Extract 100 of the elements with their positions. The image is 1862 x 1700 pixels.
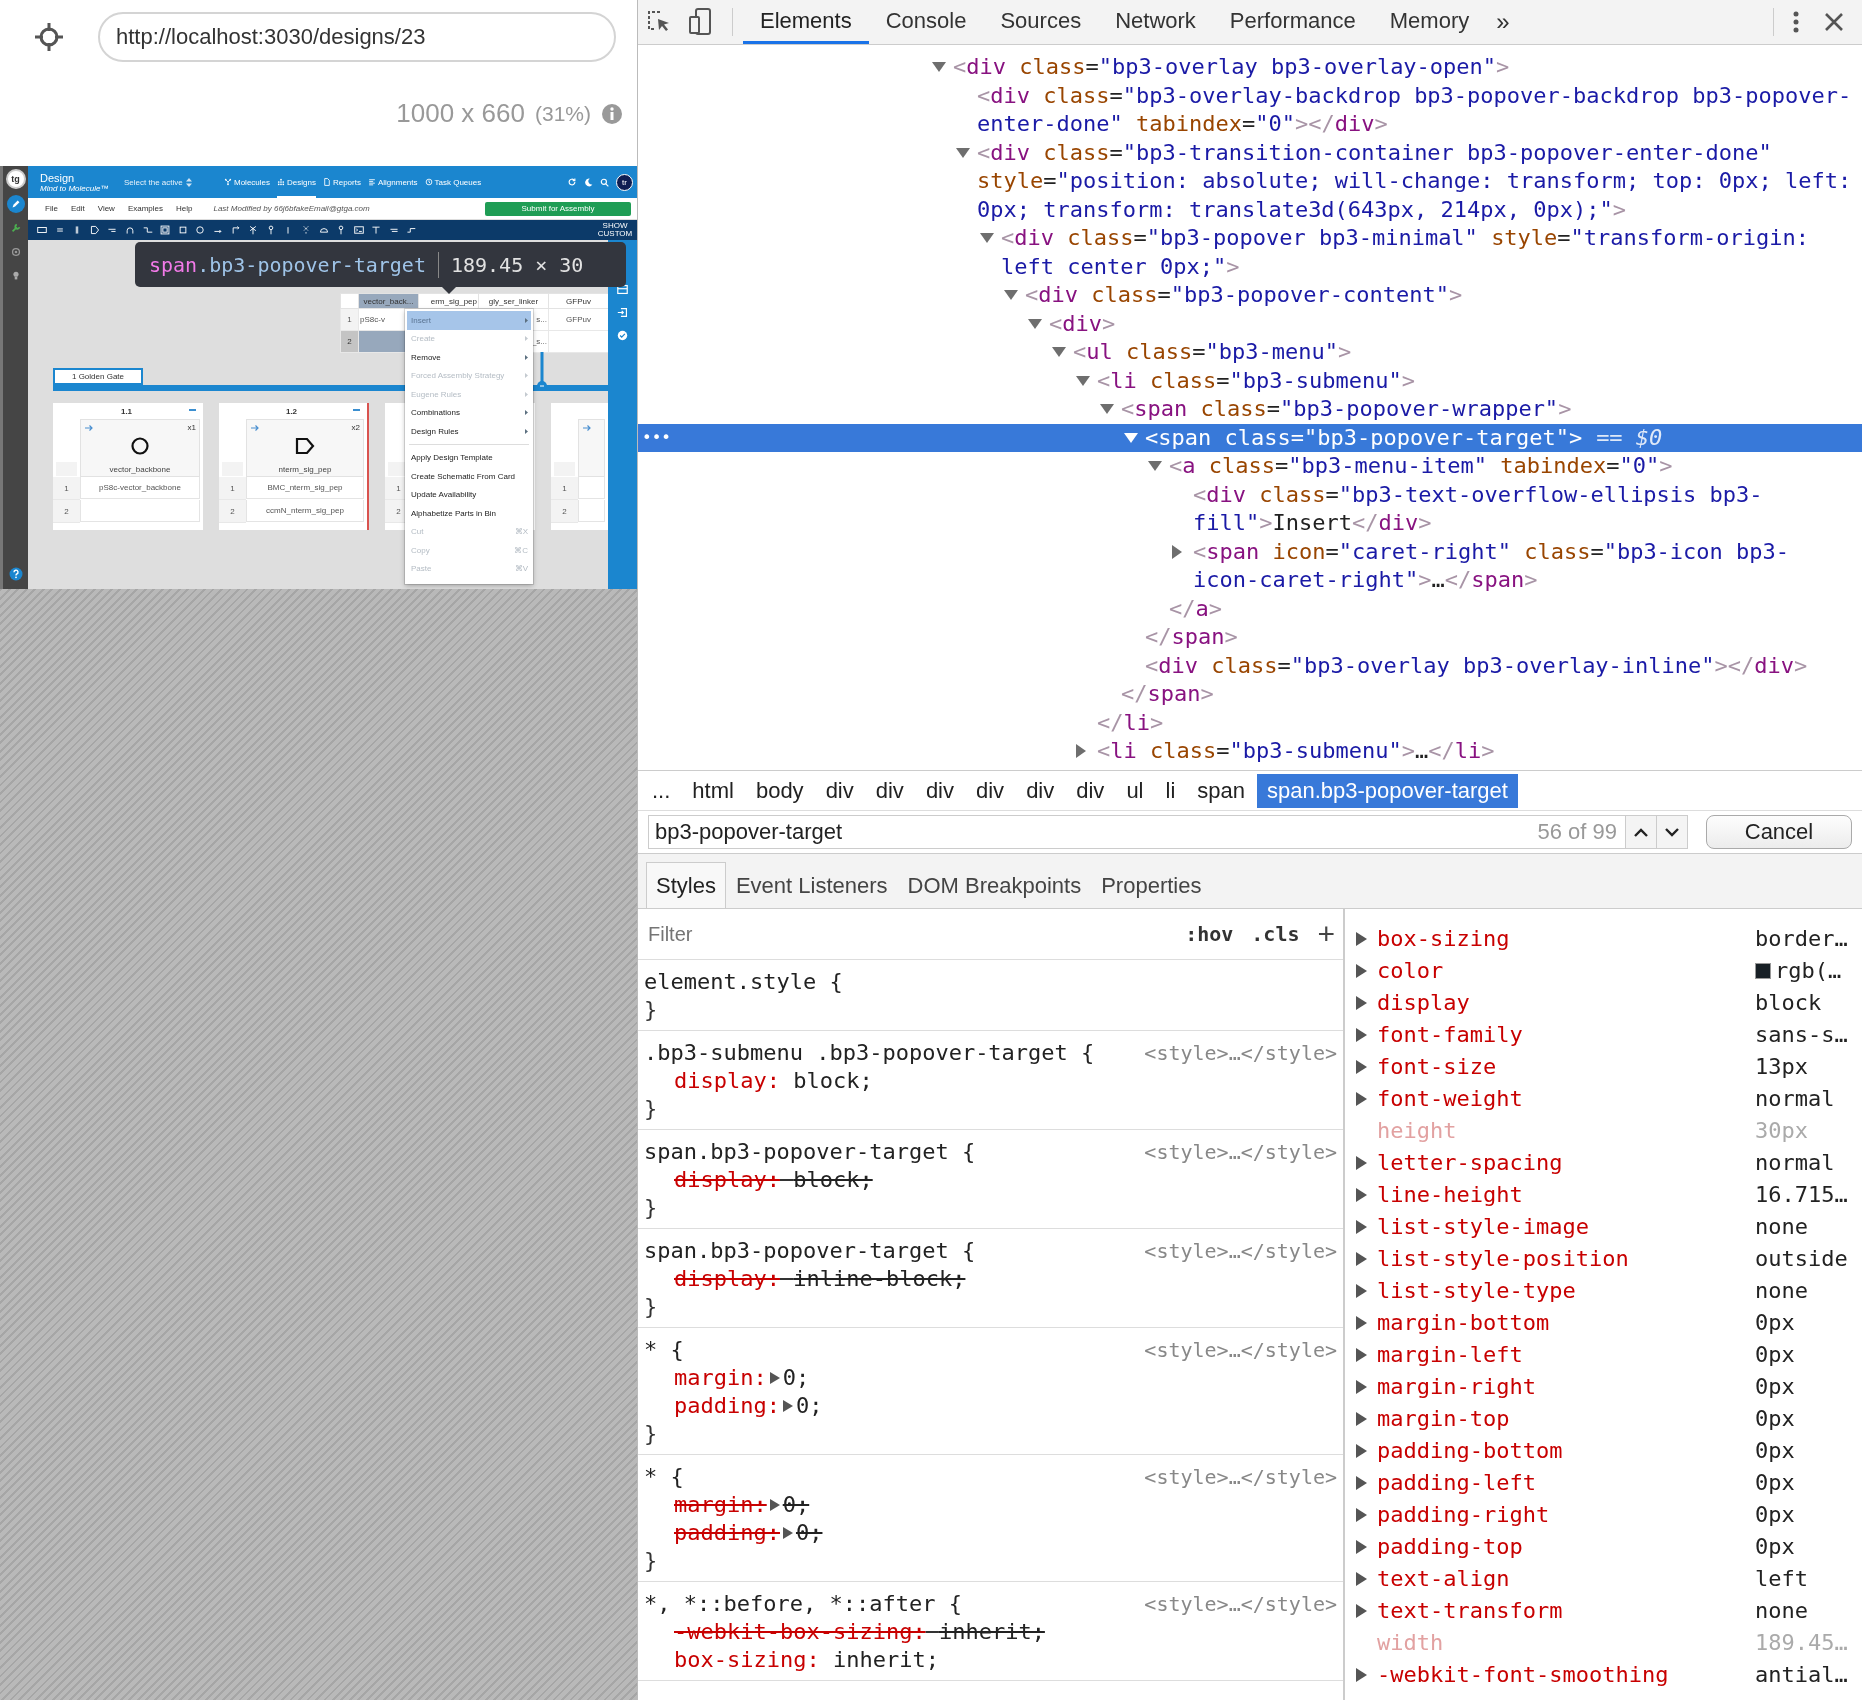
bent-arrow-icon[interactable] (230, 225, 241, 235)
breadcrumb[interactable]: body (745, 773, 814, 808)
check-circle-icon[interactable] (617, 330, 628, 341)
expand-triangle-icon[interactable] (1356, 1156, 1367, 1170)
collapse-icon[interactable] (353, 409, 360, 412)
caret-down-icon[interactable] (1148, 461, 1162, 472)
expand-triangle-icon[interactable] (1356, 1092, 1367, 1106)
dom-node[interactable]: <a class="bp3-menu-item" tabindex="0"> (1169, 452, 1673, 481)
nav-tab[interactable]: Molecules (224, 166, 270, 198)
expand-triangle-icon[interactable] (768, 1498, 781, 1512)
breadcrumb[interactable]: span (1187, 773, 1255, 808)
column-header[interactable]: vector_back... (358, 293, 419, 309)
moon-icon[interactable] (584, 177, 593, 187)
panel-tab[interactable]: Performance (1212, 0, 1373, 44)
t-shape-icon[interactable] (371, 225, 382, 235)
dom-node[interactable]: <li class="bp3-submenu"> (1097, 366, 1415, 395)
expand-triangle-icon[interactable] (1356, 1444, 1367, 1458)
expand-triangle-icon[interactable] (1356, 1412, 1367, 1426)
dom-node[interactable]: <div class="bp3-overlay bp3-overlay-open"> (953, 53, 1510, 82)
expand-triangle-icon[interactable] (1356, 1540, 1367, 1554)
dom-node[interactable]: <div class="bp3-popover bp3-minimal" style="transform-origin: left center 0px;"> (1001, 224, 1852, 281)
caret-down-icon[interactable] (1004, 290, 1018, 301)
kebab-menu-icon[interactable] (1792, 9, 1800, 35)
expand-triangle-icon[interactable] (781, 1399, 794, 1413)
collapse-icon[interactable] (189, 409, 196, 412)
cls-toggle[interactable]: .cls (1251, 922, 1300, 946)
expand-triangle-icon[interactable] (1356, 1060, 1367, 1074)
pane-tab[interactable]: Properties (1091, 862, 1212, 908)
dom-node[interactable]: <span icon="caret-right" class="bp3-icon bp3-icon-caret-right">…</span> (1193, 537, 1852, 595)
terminal-icon[interactable] (353, 225, 364, 235)
menu-item[interactable]: Edit (70, 204, 85, 213)
breadcrumb[interactable]: div (865, 773, 914, 808)
hov-toggle[interactable]: :hov (1185, 922, 1234, 946)
caret-down-icon[interactable] (932, 62, 946, 73)
expand-triangle-icon[interactable] (1356, 1476, 1367, 1490)
caret-down-icon[interactable] (1076, 375, 1090, 386)
pentagon-icon[interactable] (89, 225, 100, 235)
expand-triangle-icon[interactable] (1356, 1604, 1367, 1618)
search-icon[interactable] (600, 177, 609, 187)
menu-item[interactable]: View (97, 204, 115, 213)
column-header[interactable]: gly_ser_linker (478, 293, 549, 309)
menu-item[interactable]: Apply Design Template (407, 448, 531, 467)
breadcrumb[interactable]: html (682, 773, 744, 808)
breadcrumb[interactable]: ul (1116, 773, 1154, 808)
expand-triangle-icon[interactable] (1356, 1668, 1367, 1682)
device-icon[interactable] (688, 8, 714, 36)
breadcrumb[interactable]: div (815, 773, 864, 808)
cross-icon[interactable] (248, 225, 259, 235)
panel-tab[interactable]: Memory (1372, 0, 1487, 44)
pane-tab[interactable]: Styles (646, 862, 726, 908)
circle-icon[interactable] (195, 225, 206, 235)
caret-down-icon[interactable] (1124, 432, 1138, 443)
expand-triangle-icon[interactable] (1356, 1220, 1367, 1234)
caret-down-icon[interactable] (1052, 347, 1066, 358)
dom-node[interactable]: <div class="bp3-text-overflow-ellipsis bp3-fill">Insert</div> (1193, 480, 1852, 538)
expand-triangle-icon[interactable] (1356, 1348, 1367, 1362)
expand-triangle-icon[interactable] (1356, 1028, 1367, 1042)
breadcrumb-overflow[interactable]: ... (642, 773, 681, 808)
more-tabs-button[interactable]: » (1486, 0, 1520, 44)
dom-node[interactable]: <span class="bp3-popover-target"> (1145, 423, 1583, 452)
breadcrumb[interactable]: div (1016, 773, 1065, 808)
project-select[interactable]: Select the active (124, 177, 224, 187)
step-icon[interactable] (142, 225, 153, 235)
breadcrumb[interactable]: li (1155, 773, 1186, 808)
dom-node[interactable]: <div class="bp3-transition-container bp3-popover-enter-done" style="position: absolute; will-change: transform; top: 0px; left: 0px; transform: translate3d(643px, 214px, 0px);"> (977, 138, 1852, 224)
menu-item[interactable]: Design Rules (407, 422, 531, 441)
dom-node[interactable]: <span class="bp3-popover-wrapper"> (1121, 395, 1572, 424)
stylesheet-link[interactable]: <style>…</style> (1144, 1590, 1337, 1618)
dom-node[interactable]: <li class="bp3-submenu">…</li> (1097, 737, 1495, 766)
refresh-icon[interactable] (567, 177, 577, 187)
expand-triangle-icon[interactable] (1356, 1284, 1367, 1298)
nav-tab[interactable]: Reports (322, 166, 361, 198)
stylesheet-link[interactable]: <style>…</style> (1144, 1336, 1337, 1364)
stylesheet-link[interactable]: <style>…</style> (1144, 1463, 1337, 1491)
expand-triangle-icon[interactable] (1356, 1380, 1367, 1394)
close-icon[interactable] (1824, 12, 1844, 32)
expand-triangle-icon[interactable] (1356, 932, 1367, 946)
filter-field[interactable]: Filter (646, 921, 1168, 947)
menu-item[interactable]: Help (176, 204, 193, 213)
breadcrumb[interactable]: div (1066, 773, 1115, 808)
dom-node[interactable]: <div class="bp3-overlay bp3-overlay-inline"></div> (1145, 651, 1808, 680)
crosshair-icon[interactable] (34, 22, 64, 52)
rectangle-icon[interactable] (37, 225, 47, 235)
pen-button[interactable] (6, 195, 25, 213)
nav-tab[interactable]: Task Queues (424, 166, 482, 198)
menu-item[interactable]: File (45, 204, 58, 213)
new-rule-button[interactable]: + (1317, 920, 1335, 948)
panel-tab[interactable]: Sources (983, 0, 1099, 44)
panel-tab[interactable]: Network (1098, 0, 1213, 44)
caret-down-icon[interactable] (1100, 404, 1114, 415)
nested-square-icon[interactable] (160, 225, 171, 235)
pane-tab[interactable]: DOM Breakpoints (897, 862, 1092, 908)
expand-triangle-icon[interactable] (1356, 1316, 1367, 1330)
dom-node[interactable]: <div> (1049, 309, 1116, 338)
stylesheet-link[interactable]: <style>…</style> (1144, 1138, 1337, 1166)
expand-triangle-icon[interactable] (781, 1526, 794, 1540)
nav-tab[interactable]: Alignments (367, 166, 418, 198)
caret-right-icon[interactable] (1076, 744, 1086, 759)
user-avatar[interactable]: tr (616, 173, 633, 191)
expand-triangle-icon[interactable] (1356, 964, 1367, 978)
